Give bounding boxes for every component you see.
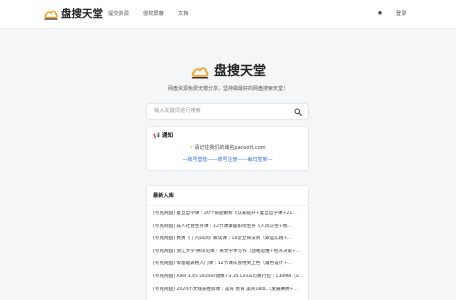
notice-message-text: 请记住我们的域名pansott.com xyxy=(194,145,266,151)
notice-message: ⚡ 请记住我们的域名pansott.com xyxy=(147,145,308,152)
list-item[interactable]: [夸克网盘] 费勇《了凡四训》解读课｜10堂立命法则（命运实践+… xyxy=(153,236,304,249)
login-button[interactable]: 登录 xyxy=(396,11,406,18)
lightning-icon: ⚡ xyxy=(189,145,193,151)
hero-title: 盘搜天堂 xyxy=(214,64,267,79)
list-item[interactable]: [夸克网盘] 浙江大学·腾讯论课｜英文学术写作（战略思维+经济决策+… xyxy=(153,249,304,262)
notice-card: 📢 通知 ⚡ 请记住我们的域名pansott.com —账号登陆——账号注册——… xyxy=(146,126,309,171)
top-navbar: 盘搜天堂 提交资源 侵权屏蔽 文档 ✹ 登录 xyxy=(0,0,456,29)
list-item[interactable]: [夸克网盘] 零基础表格入门课｜12节课从会用到上色（角色设计+… xyxy=(153,261,304,274)
hero-subtitle: 网盘资源免费无偿分享，坚持做最好的网盘搜索天堂！ xyxy=(167,86,288,92)
nav-docs[interactable]: 文档 xyxy=(178,11,188,18)
divider xyxy=(147,205,308,206)
cloud-icon xyxy=(191,67,209,79)
search-icon[interactable] xyxy=(294,108,302,116)
search-input[interactable]: 输入关键词进行搜索 xyxy=(154,108,201,115)
notice-title: 📢 通知 xyxy=(153,133,173,140)
recent-resources-card: 最新入库 [夸克网盘] 复旦哲学课｜20个命题解析《认知提升+复旦哲学课+21…… xyxy=(146,185,309,300)
list-item[interactable]: [夸克网盘] 2024小文线获胜影课｜美育 善育 美育180L（发展赛纳+… xyxy=(153,287,304,300)
list-item[interactable]: [夸克网盘] Allel 3.45 Docker镜像+3.35 Linux可执行… xyxy=(153,274,304,287)
nav-infringement-block[interactable]: 侵权屏蔽 xyxy=(143,11,164,18)
gear-icon[interactable]: ✹ xyxy=(377,11,383,17)
recent-title: 最新入库 xyxy=(153,193,174,199)
recent-list: [夸克网盘] 复旦哲学课｜20个命题解析《认知提升+复旦哲学课+21… [夸克网… xyxy=(153,211,304,299)
nav-submit-resource[interactable]: 提交资源 xyxy=(108,11,129,18)
search-box[interactable]: 输入关键词进行搜索 xyxy=(146,103,309,120)
account-links[interactable]: —账号登陆——账号注册——每日签到— xyxy=(147,157,308,164)
site-logo-text[interactable]: 盘搜天堂 xyxy=(61,7,103,21)
list-item[interactable]: [夸克网盘] 成人社会生存课｜12节课掌握职场生存《人际交往+情… xyxy=(153,224,304,237)
notice-title-text: 通知 xyxy=(161,133,174,139)
megaphone-icon: 📢 xyxy=(153,133,160,139)
cloud-icon[interactable] xyxy=(44,8,58,20)
list-item[interactable]: [夸克网盘] 复旦哲学课｜20个命题解析《认知提升+复旦哲学课+21… xyxy=(153,211,304,224)
